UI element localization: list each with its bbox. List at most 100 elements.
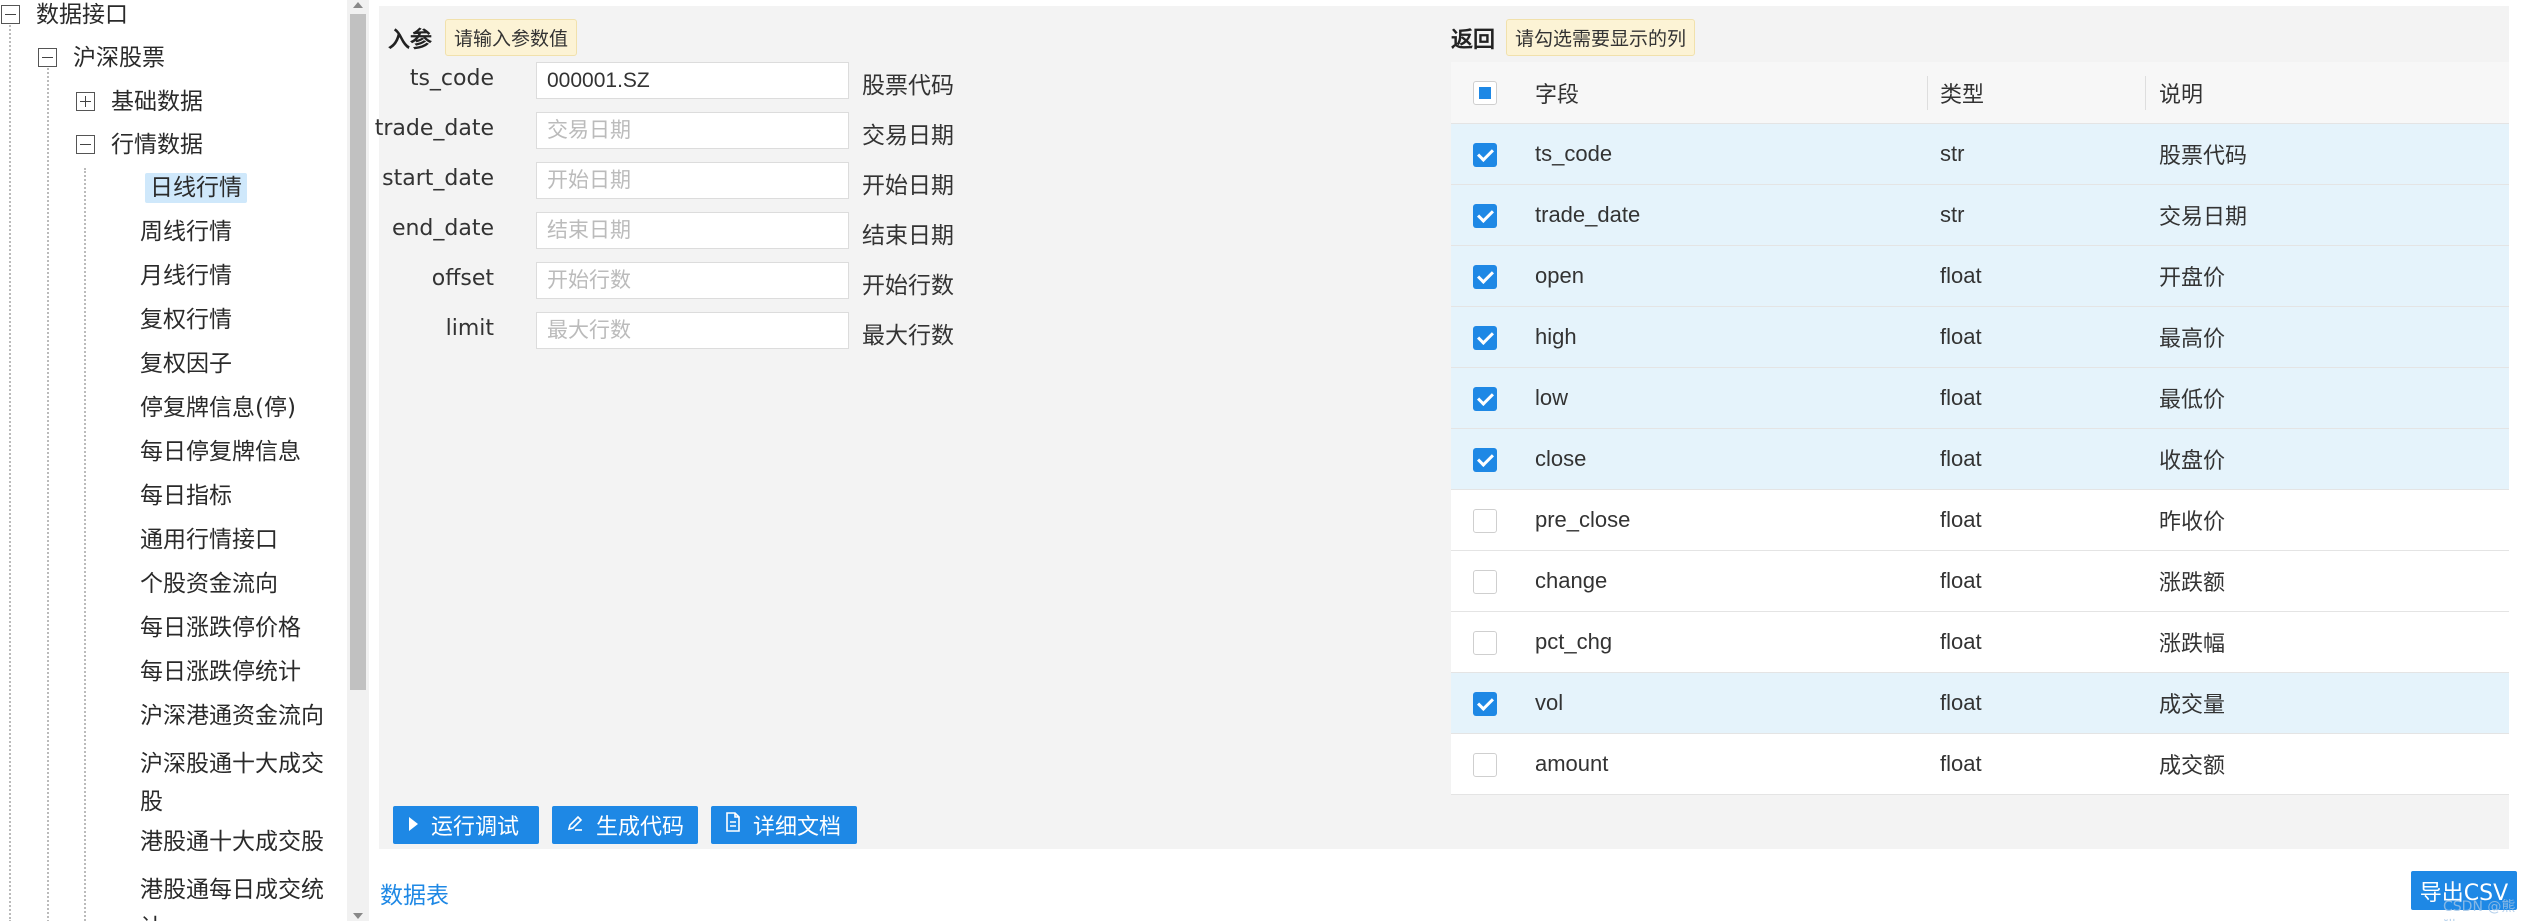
detail-doc-label: 详细文档 [753,815,842,840]
cell-desc: 最高价 [2159,327,2226,352]
row-checkbox[interactable] [1473,570,1497,594]
row-checkbox[interactable] [1473,326,1497,350]
row-checkbox[interactable] [1473,143,1497,167]
cell-field: low [1535,385,1569,410]
tree-leaf[interactable]: 周线行情 [140,217,232,247]
row-checkbox[interactable] [1473,204,1497,228]
tree-leaf[interactable]: 每日涨跌停价格 [140,613,301,643]
row-checkbox[interactable] [1473,509,1497,533]
param-input-start_date[interactable] [536,162,849,199]
cell-field: change [1535,568,1608,593]
table-row[interactable]: vol float 成交量 [1451,673,2509,734]
table-row[interactable]: change float 涨跌额 [1451,551,2509,612]
header-field: 字段 [1535,81,1580,107]
collapse-icon[interactable] [76,135,95,154]
cell-desc: 昨收价 [2159,510,2226,535]
cell-field: high [1535,324,1577,349]
table-row[interactable]: pre_close float 昨收价 [1451,490,2509,551]
param-desc: 结束日期 [862,223,954,249]
tree-leaf[interactable]: 沪深港通资金流向 [140,701,324,731]
param-input-end_date[interactable] [536,212,849,249]
header-desc: 说明 [2159,82,2204,108]
cell-field: amount [1535,751,1609,776]
main-area: 入参 请输入参数值 ts_code 股票代码 trade_date 交易日期 start… [371,0,2526,921]
tree-leaf[interactable]: 月线行情 [140,261,232,291]
cell-type: float [1940,690,1982,715]
debug-panel: 入参 请输入参数值 ts_code 股票代码 trade_date 交易日期 start… [375,6,2509,849]
tree-leaf[interactable]: 停复牌信息(停) [140,393,296,423]
scrollbar-thumb[interactable] [350,14,366,690]
generate-code-label: 生成代码 [596,815,685,840]
row-checkbox[interactable] [1473,753,1497,777]
detail-doc-button[interactable]: 详细文档 [711,806,857,844]
cell-field: pre_close [1535,507,1631,532]
row-checkbox[interactable] [1473,265,1497,289]
tree-node-hushen[interactable]: 沪深股票 [73,43,165,73]
param-row: end_date 结束日期 [379,212,1379,250]
cell-field: ts_code [1535,141,1613,166]
header-type: 类型 [1940,81,1985,107]
table-row[interactable]: close float 收盘价 [1451,429,2509,490]
param-input-ts_code[interactable] [536,62,849,99]
cell-desc: 开盘价 [2159,266,2226,291]
table-row[interactable]: high float 最高价 [1451,307,2509,368]
param-row: trade_date 交易日期 [375,112,1379,150]
table-row[interactable]: trade_date str 交易日期 [1451,185,2509,246]
param-row: ts_code 股票代码 [379,62,1379,100]
cell-desc: 交易日期 [2159,205,2248,230]
table-row[interactable]: ts_code str 股票代码 [1451,124,2509,185]
collapse-icon[interactable] [1,5,20,24]
tree-leaf[interactable]: 日线行情 [145,173,247,203]
tree-node-quote-data[interactable]: 行情数据 [111,130,203,160]
tree-leaf[interactable]: 复权因子 [140,349,232,379]
param-name: offset [431,266,494,291]
cell-desc: 成交额 [2159,754,2226,779]
param-name: end_date [391,216,494,241]
table-row[interactable]: amount float 成交额 [1451,734,2509,795]
tree-node-basic-data[interactable]: 基础数据 [111,87,203,117]
tree-leaf[interactable]: 每日涨跌停统计 [140,657,301,687]
tree-guide-line [47,60,49,921]
tree-guide-line [84,168,86,921]
tree-leaf[interactable]: 港股通十大成交股 [140,827,324,857]
tree-leaf[interactable]: 个股资金流向 [140,569,278,599]
tree-leaf[interactable]: 每日指标 [140,481,232,511]
row-checkbox[interactable] [1473,448,1497,472]
collapse-icon[interactable] [38,48,57,67]
row-checkbox[interactable] [1473,387,1497,411]
table-row[interactable]: open float 开盘价 [1451,246,2509,307]
column-divider[interactable] [1927,76,1928,110]
tree-leaf[interactable]: 每日停复牌信息 [140,437,301,467]
param-desc: 开始行数 [862,273,954,299]
select-all-checkbox[interactable] [1473,81,1497,105]
param-desc: 交易日期 [862,123,954,149]
tree-leaf[interactable]: 沪深股通十大成交股 [140,745,340,821]
table-row[interactable]: low float 最低价 [1451,368,2509,429]
watermark: CSDN @熊猫 [2443,899,2516,921]
param-input-limit[interactable] [536,312,849,349]
run-debug-label: 运行调试 [431,815,520,840]
table-header-row: 字段 类型 说明 [1451,62,2509,124]
tree-node-root[interactable]: 数据接口 [36,0,128,30]
tree-leaf[interactable]: 复权行情 [140,305,232,335]
row-checkbox[interactable] [1473,631,1497,655]
datatable-link[interactable]: 数据表 [380,876,449,910]
tree-leaf[interactable]: 港股通每日成交统计 [140,871,340,921]
param-input-trade_date[interactable] [536,112,849,149]
scroll-up-icon[interactable] [353,2,363,8]
expand-icon[interactable] [76,92,95,111]
tree-leaf[interactable]: 通用行情接口 [140,525,278,555]
param-input-offset[interactable] [536,262,849,299]
run-debug-button[interactable]: 运行调试 [393,806,539,844]
tree-scrollbar[interactable] [347,0,369,921]
row-checkbox[interactable] [1473,692,1497,716]
table-row[interactable]: pct_chg float 涨跌幅 [1451,612,2509,673]
column-divider[interactable] [2145,76,2146,110]
param-row: offset 开始行数 [379,262,1379,300]
scroll-down-icon[interactable] [353,913,363,919]
cell-type: float [1940,385,1982,410]
generate-code-button[interactable]: 生成代码 [552,806,698,844]
cell-type: float [1940,629,1982,654]
param-desc: 开始日期 [862,173,954,199]
params-hint: 请输入参数值 [445,19,578,56]
